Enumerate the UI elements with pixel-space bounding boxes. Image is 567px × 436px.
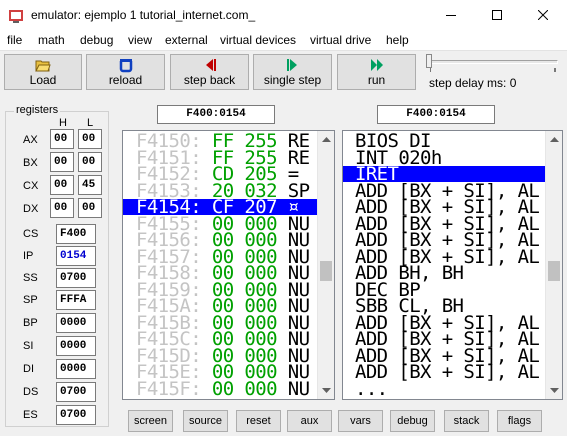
- minimize-button[interactable]: [428, 0, 474, 30]
- step-back-label: step back: [183, 73, 236, 87]
- reg-name-ax: AX: [23, 134, 38, 146]
- run-icon: [370, 59, 383, 71]
- single-step-label: single step: [263, 73, 322, 87]
- close-icon: [538, 10, 548, 20]
- memory-scrollbar[interactable]: [317, 131, 334, 399]
- reg-name-es: ES: [23, 409, 38, 421]
- scroll-up-icon[interactable]: [546, 131, 562, 148]
- reg-di[interactable]: 0000: [56, 359, 96, 379]
- app-icon: [9, 10, 23, 23]
- reg-name-di: DI: [23, 363, 34, 375]
- step-back-icon: [205, 59, 216, 71]
- disasm-address-input[interactable]: F400:0154: [377, 105, 495, 124]
- vars-button[interactable]: vars: [338, 410, 383, 432]
- reg-dx-h[interactable]: 00: [50, 198, 74, 218]
- reg-name-cx: CX: [23, 180, 39, 192]
- low-byte-header: L: [87, 117, 94, 129]
- memory-row[interactable]: F415F: 00 000 NU: [123, 377, 319, 400]
- aux-button[interactable]: aux: [287, 410, 332, 432]
- screen-button[interactable]: screen: [128, 410, 173, 432]
- reg-sp[interactable]: FFFA: [56, 290, 96, 310]
- menu-debug[interactable]: debug: [80, 33, 113, 47]
- reg-cx-h[interactable]: 00: [50, 175, 74, 195]
- scroll-up-icon[interactable]: [318, 131, 334, 148]
- reset-button[interactable]: reset: [236, 410, 281, 432]
- reg-dx-l[interactable]: 00: [78, 198, 102, 218]
- step-back-button[interactable]: step back: [170, 54, 249, 90]
- stack-button[interactable]: stack: [444, 410, 489, 432]
- scroll-down-icon[interactable]: [546, 382, 562, 399]
- disassembly-scrollbar[interactable]: [545, 131, 562, 399]
- reg-name-bp: BP: [23, 317, 38, 329]
- reg-si[interactable]: 0000: [56, 336, 96, 356]
- reg-name-cs: CS: [23, 228, 39, 240]
- reg-bx-h[interactable]: 00: [50, 152, 74, 172]
- disassembly-row[interactable]: ...: [343, 379, 547, 398]
- reg-cs[interactable]: F400: [56, 224, 96, 244]
- menu-view[interactable]: view: [128, 33, 152, 47]
- reg-name-ds: DS: [23, 386, 39, 398]
- title-bar: emulator: ejemplo 1 tutorial_internet.co…: [0, 0, 567, 30]
- reg-ax-h[interactable]: 00: [50, 129, 74, 149]
- disassembly-list[interactable]: BIOS DI INT 020h IRET ADD [BX + SI], AL ADD …: [342, 130, 563, 400]
- reg-name-si: SI: [23, 340, 34, 352]
- minimize-icon: [446, 15, 456, 16]
- step-delay-label: step delay ms: 0: [429, 76, 517, 90]
- reg-bx-l[interactable]: 00: [78, 152, 102, 172]
- menu-file[interactable]: file: [7, 33, 22, 47]
- reload-icon: [119, 59, 132, 73]
- menu-external[interactable]: external: [165, 33, 208, 47]
- reg-name-sp: SP: [23, 294, 38, 306]
- step-delay-slider[interactable]: [428, 60, 558, 64]
- scroll-down-icon[interactable]: [318, 382, 334, 399]
- load-label: Load: [29, 73, 57, 87]
- memory-list[interactable]: F4150: FF 255 RE F4151: FF 255 RE F4152: C…: [122, 130, 335, 400]
- registers-title: registers: [14, 104, 61, 116]
- reg-ds[interactable]: 0700: [56, 382, 96, 402]
- window-title: emulator: ejemplo 1 tutorial_internet.co…: [31, 8, 256, 22]
- reg-name-ss: SS: [23, 272, 38, 284]
- reload-label: reload: [108, 73, 143, 87]
- disassembly-scroll-thumb[interactable]: [548, 261, 560, 281]
- memory-address-input[interactable]: F400:0154: [157, 105, 275, 124]
- reload-button[interactable]: reload: [86, 54, 165, 90]
- reg-ip[interactable]: 0154: [56, 246, 96, 266]
- reg-es[interactable]: 0700: [56, 405, 96, 425]
- source-button[interactable]: source: [183, 410, 228, 432]
- maximize-icon: [492, 10, 502, 20]
- memory-char: NU: [287, 377, 310, 400]
- menu-virtual-devices[interactable]: virtual devices: [220, 33, 296, 47]
- flags-button[interactable]: flags: [497, 410, 542, 432]
- debug-button[interactable]: debug: [390, 410, 435, 432]
- reg-ss[interactable]: 0700: [56, 268, 96, 288]
- reg-name-dx: DX: [23, 203, 39, 215]
- memory-decimal: 000: [244, 377, 277, 400]
- folder-open-icon: [35, 60, 51, 72]
- menu-help[interactable]: help: [386, 33, 409, 47]
- slider-ticks: [430, 68, 556, 72]
- reg-bp[interactable]: 0000: [56, 313, 96, 333]
- memory-scroll-thumb[interactable]: [320, 261, 332, 281]
- reg-ax-l[interactable]: 00: [78, 129, 102, 149]
- maximize-button[interactable]: [474, 0, 520, 30]
- load-button[interactable]: Load: [4, 54, 82, 90]
- run-label: run: [367, 73, 386, 87]
- step-delay-slider-thumb[interactable]: [426, 54, 432, 68]
- menu-math[interactable]: math: [38, 33, 65, 47]
- memory-address: F415F:: [136, 377, 202, 400]
- reg-name-ip: IP: [23, 250, 34, 262]
- single-step-button[interactable]: single step: [253, 54, 332, 90]
- reg-name-bx: BX: [23, 157, 38, 169]
- menu-virtual-drive[interactable]: virtual drive: [310, 33, 371, 47]
- high-byte-header: H: [59, 117, 67, 129]
- memory-hex: 00: [211, 377, 234, 400]
- close-button[interactable]: [520, 0, 566, 30]
- run-button[interactable]: run: [337, 54, 416, 90]
- single-step-icon: [286, 59, 297, 71]
- menu-bar: file math debug view external virtual de…: [0, 30, 567, 50]
- reg-cx-l[interactable]: 45: [78, 175, 102, 195]
